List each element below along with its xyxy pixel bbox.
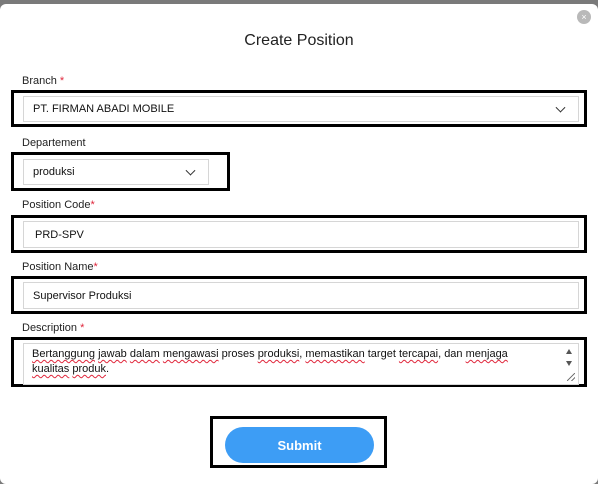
departement-highlight: produksi — [11, 152, 230, 191]
departement-select[interactable]: produksi — [23, 159, 209, 185]
modal-title: Create Position — [244, 32, 354, 49]
arrow-down-icon[interactable] — [566, 361, 572, 366]
description-word: memastikan — [305, 348, 365, 360]
description-textarea[interactable]: Bertanggung jawab dalam mengawasi proses… — [23, 343, 579, 385]
resize-handle-icon[interactable] — [567, 373, 575, 381]
description-text: target — [364, 348, 399, 360]
description-word: dalam — [129, 348, 160, 360]
branch-label-text: Branch — [22, 75, 57, 87]
description-highlight: Bertanggung jawab dalam mengawasi proses… — [11, 337, 587, 387]
departement-label: Departement — [22, 137, 86, 149]
branch-select[interactable]: PT. FIRMAN ABADI MOBILE — [23, 96, 579, 122]
description-word: jawab — [98, 348, 127, 360]
create-position-modal: × Create Position Branch * PT. FIRMAN AB… — [0, 4, 598, 484]
description-word: mengawasi — [162, 348, 219, 360]
required-mark: * — [80, 322, 85, 334]
required-mark: * — [59, 75, 65, 87]
description-word: tercapai — [398, 348, 439, 360]
position-code-highlight: PRD-SPV — [11, 215, 587, 253]
description-text: proses — [218, 348, 258, 360]
description-word: produksi — [257, 348, 300, 360]
description-label-text: Description — [22, 322, 78, 334]
position-code-value: PRD-SPV — [35, 228, 84, 241]
description-word: kualitas — [32, 363, 70, 375]
position-code-label-text: Position Code — [22, 199, 91, 211]
required-mark: * — [93, 261, 98, 273]
position-code-input[interactable]: PRD-SPV — [23, 221, 579, 248]
departement-select-value: produksi — [33, 166, 75, 178]
position-name-input[interactable]: Supervisor Produksi — [23, 282, 579, 309]
description-word: Bertanggung — [32, 348, 95, 360]
branch-select-value: PT. FIRMAN ABADI MOBILE — [33, 103, 175, 115]
position-code-label: Position Code* — [22, 199, 95, 211]
branch-highlight: PT. FIRMAN ABADI MOBILE — [11, 90, 587, 127]
position-name-label-text: Position Name — [22, 261, 94, 273]
description-word: produk — [72, 363, 106, 375]
chevron-down-icon — [185, 165, 196, 176]
position-name-value: Supervisor Produksi — [33, 289, 132, 302]
branch-label: Branch * — [22, 75, 64, 87]
arrow-up-icon[interactable] — [566, 349, 572, 354]
chevron-down-icon — [555, 102, 566, 113]
position-name-highlight: Supervisor Produksi — [11, 276, 587, 314]
description-text: , dan — [438, 348, 466, 360]
description-text: . — [106, 363, 110, 375]
description-word: menjaga — [465, 348, 508, 360]
description-label: Description * — [22, 322, 84, 334]
departement-label-text: Departement — [22, 137, 86, 149]
required-mark: * — [90, 199, 95, 211]
close-icon[interactable]: × — [577, 10, 591, 24]
position-name-label: Position Name* — [22, 261, 98, 273]
submit-button[interactable]: Submit — [225, 427, 374, 463]
